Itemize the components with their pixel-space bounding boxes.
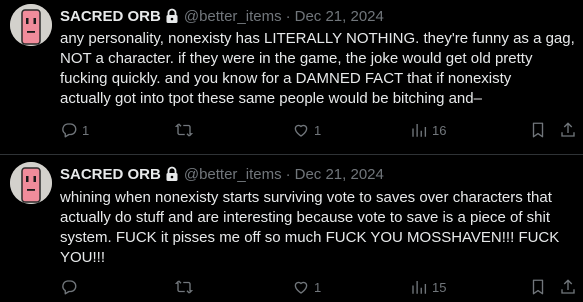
reply-icon <box>62 280 77 295</box>
views-chart-icon <box>412 281 427 294</box>
like-button[interactable]: 1 <box>292 277 321 297</box>
display-name[interactable]: SACRED ORB <box>60 8 161 25</box>
like-count: 1 <box>314 279 322 295</box>
share-icon <box>561 122 575 137</box>
display-name[interactable]: SACRED ORB <box>60 166 161 183</box>
retweet-icon <box>174 123 194 137</box>
like-count: 1 <box>314 122 322 138</box>
reply-button[interactable] <box>60 277 82 297</box>
reply-button[interactable]: 1 <box>60 120 89 140</box>
lock-icon <box>165 8 179 24</box>
heart-icon <box>294 124 308 137</box>
like-button[interactable]: 1 <box>292 120 321 140</box>
retweet-icon <box>174 280 194 294</box>
tweet[interactable]: SACRED ORB @better_items · Dec 21, 2024 … <box>0 0 583 155</box>
views-button[interactable]: 15 <box>410 277 446 297</box>
view-count: 15 <box>432 279 447 295</box>
bookmark-icon <box>532 279 544 295</box>
pink-face-avatar-icon <box>10 162 52 204</box>
share-button[interactable] <box>559 120 577 140</box>
tweet-text: whining when nonexisty starts surviving … <box>60 189 560 266</box>
tweet-text: any personality, nonexisty has LITERALLY… <box>60 30 575 107</box>
bookmark-button[interactable] <box>529 120 547 140</box>
user-handle[interactable]: @better_items <box>184 166 282 183</box>
view-count: 16 <box>432 122 447 138</box>
views-chart-icon <box>412 124 427 137</box>
pink-face-avatar-icon <box>10 4 52 46</box>
reply-count: 1 <box>82 122 90 138</box>
tweet-actions: 1 15 <box>60 277 576 297</box>
tweet-header: SACRED ORB @better_items · Dec 21, 2024 <box>60 6 384 26</box>
bookmark-button[interactable] <box>529 277 547 297</box>
tweet[interactable]: SACRED ORB @better_items · Dec 21, 2024 … <box>0 155 583 302</box>
reply-icon <box>62 123 77 138</box>
tweet-header: SACRED ORB @better_items · Dec 21, 2024 <box>60 164 384 184</box>
tweet-actions: 1 1 16 <box>60 120 576 140</box>
bookmark-icon <box>532 122 544 138</box>
heart-icon <box>294 281 308 294</box>
separator-dot: · <box>285 7 291 25</box>
tweet-date[interactable]: Dec 21, 2024 <box>295 166 384 183</box>
share-icon <box>561 279 575 294</box>
user-handle[interactable]: @better_items <box>184 8 282 25</box>
avatar[interactable] <box>10 4 52 46</box>
avatar[interactable] <box>10 162 52 204</box>
retweet-button[interactable] <box>174 277 198 297</box>
share-button[interactable] <box>559 277 577 297</box>
lock-icon <box>165 166 179 182</box>
views-button[interactable]: 16 <box>410 120 446 140</box>
separator-dot: · <box>285 165 291 183</box>
retweet-button[interactable] <box>174 120 198 140</box>
tweet-date[interactable]: Dec 21, 2024 <box>295 8 384 25</box>
